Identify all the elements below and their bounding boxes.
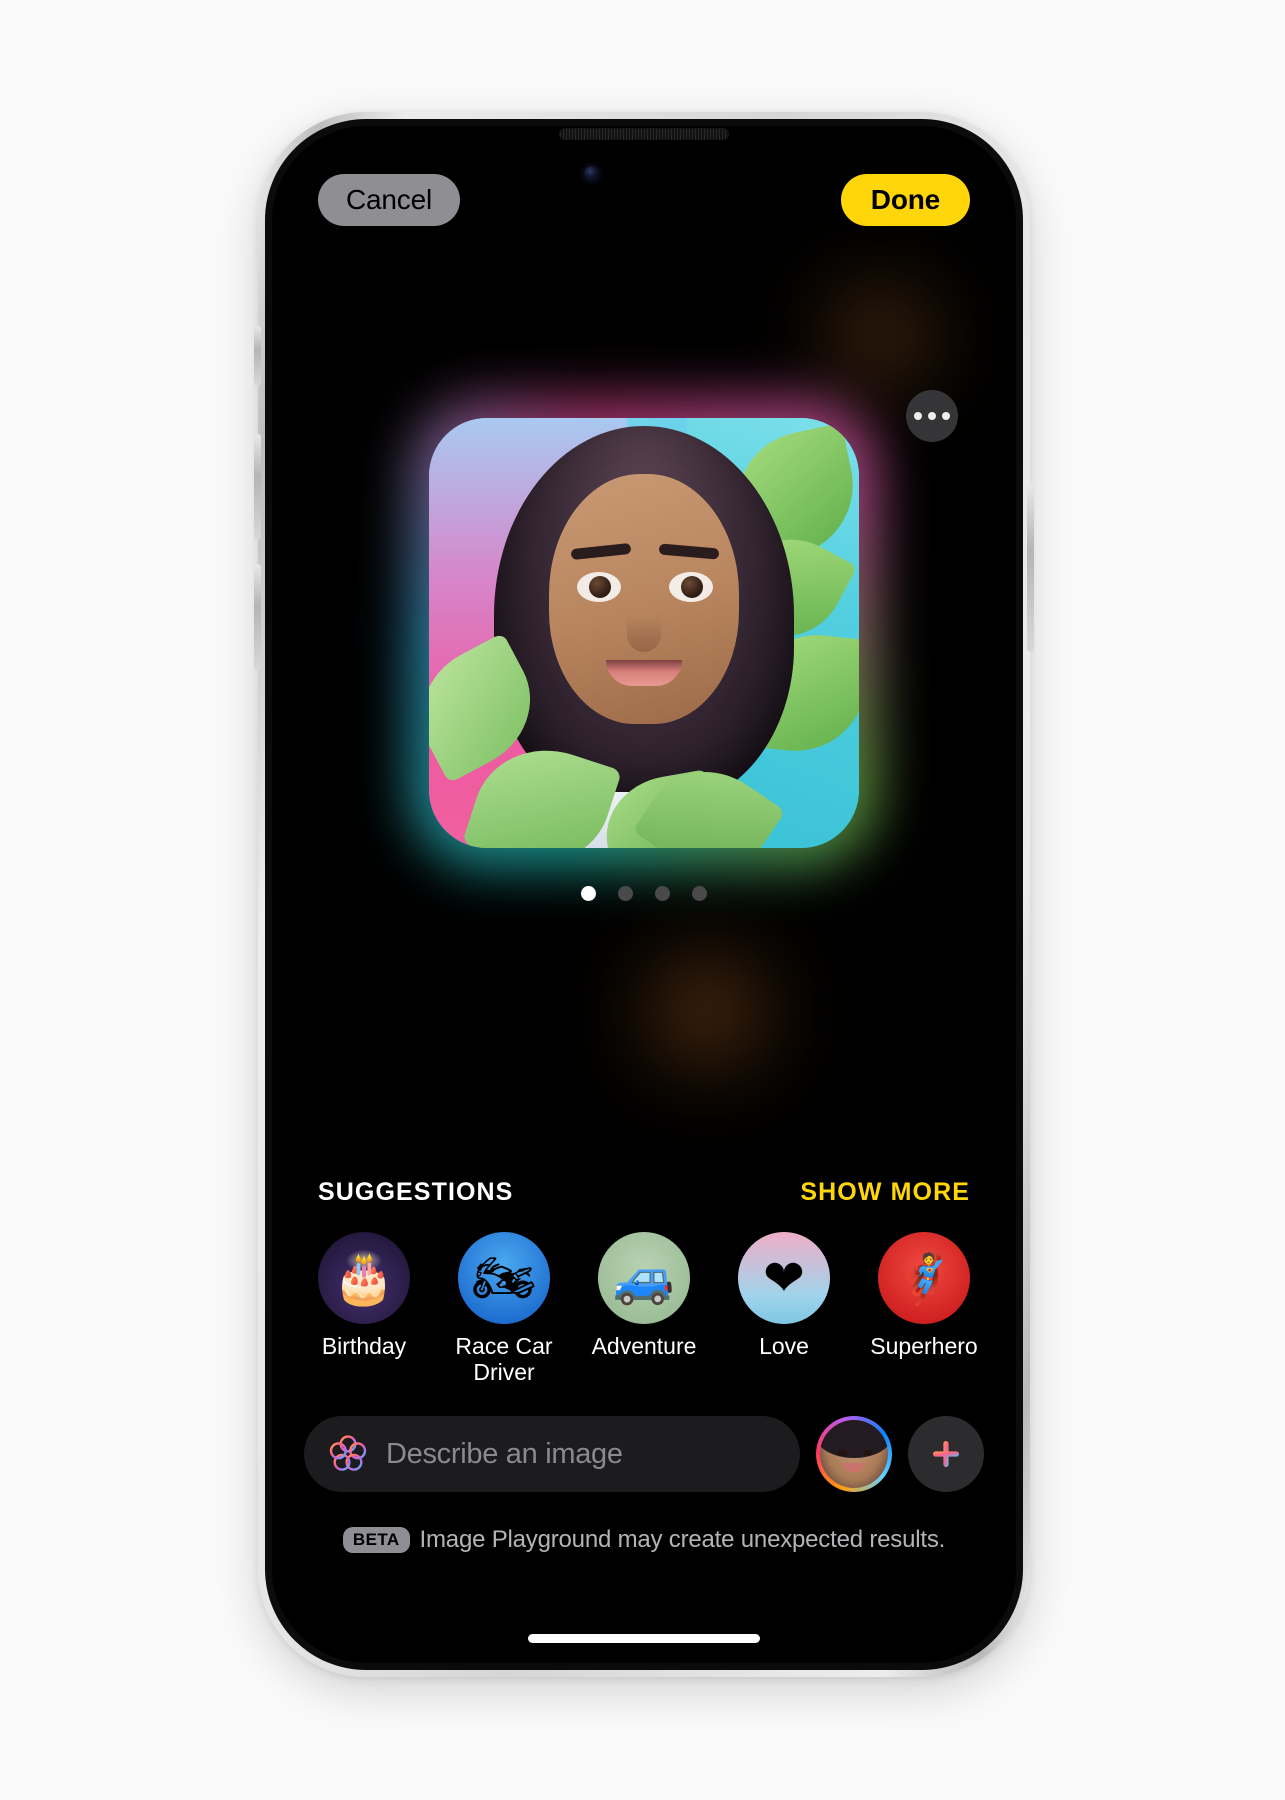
suggestion-race-car-driver[interactable]: 🏍 Race Car Driver: [446, 1232, 562, 1386]
portrait-face: [549, 474, 739, 724]
avatar-hair: [820, 1420, 888, 1459]
generated-image-preview[interactable]: [409, 398, 879, 868]
racing-helmet-icon: 🏍: [458, 1232, 550, 1324]
ambient-glow-bottom: [612, 946, 802, 1076]
pager-dot-2[interactable]: [618, 886, 633, 901]
suggestion-label: Race Car Driver: [455, 1333, 553, 1385]
suggestions-header: SUGGESTIONS SHOW MORE: [318, 1178, 970, 1207]
pager-dot-4[interactable]: [692, 886, 707, 901]
ellipsis-icon[interactable]: [906, 390, 958, 442]
ellipsis-dot: [914, 412, 922, 420]
beta-badge: BETA: [342, 1527, 410, 1553]
done-button[interactable]: Done: [840, 174, 970, 226]
person-avatar-icon[interactable]: [816, 1416, 892, 1492]
eye: [669, 572, 713, 602]
beta-disclaimer: BETA Image Playground may create unexpec…: [272, 1526, 1016, 1554]
avatar-mouth: [843, 1462, 865, 1472]
preview-pager[interactable]: [581, 886, 707, 901]
volume-up-button[interactable]: [254, 434, 261, 540]
off-road-truck-icon: 🚙: [598, 1232, 690, 1324]
image-playground-app: Cancel Done SUGGESTIONS SHOW MORE 🎂 Birt…: [272, 126, 1016, 1663]
ambient-glow-top: [806, 276, 956, 396]
disclaimer-text: Image Playground may create unexpected r…: [419, 1526, 946, 1553]
superhero-mask-icon: 🦸: [878, 1232, 970, 1324]
birthday-cake-icon: 🎂: [318, 1232, 410, 1324]
add-concept-button[interactable]: [908, 1416, 984, 1492]
pager-dot-1[interactable]: [581, 886, 596, 901]
ellipsis-dot: [928, 412, 936, 420]
avatar-eye: [862, 1449, 872, 1456]
mouth: [606, 660, 682, 686]
input-placeholder-text: Describe an image: [386, 1437, 623, 1470]
avatar: [820, 1420, 888, 1488]
pager-dot-3[interactable]: [655, 886, 670, 901]
power-button[interactable]: [1027, 484, 1034, 652]
suggestion-superhero[interactable]: 🦸 Superhero: [866, 1232, 982, 1386]
eyebrow: [570, 542, 632, 561]
suggestion-label: Love: [759, 1333, 809, 1359]
top-toolbar: Cancel Done: [272, 172, 1016, 228]
suggestion-birthday[interactable]: 🎂 Birthday: [306, 1232, 422, 1386]
heart-balloon-icon: ❤: [738, 1232, 830, 1324]
eye: [577, 572, 621, 602]
device-screen: Cancel Done SUGGESTIONS SHOW MORE 🎂 Birt…: [272, 126, 1016, 1663]
describe-image-input[interactable]: Describe an image: [304, 1416, 800, 1492]
suggestions-list: 🎂 Birthday 🏍 Race Car Driver 🚙 Adventure…: [306, 1232, 982, 1386]
preview-card[interactable]: [429, 418, 859, 848]
suggestion-label: Birthday: [321, 1333, 407, 1359]
home-indicator[interactable]: [528, 1634, 760, 1643]
suggestion-adventure[interactable]: 🚙 Adventure: [586, 1232, 702, 1386]
cancel-button[interactable]: Cancel: [318, 174, 460, 226]
plus-icon: [933, 1441, 959, 1467]
earpiece-speaker-grille: [559, 128, 729, 140]
avatar-eye: [837, 1449, 847, 1456]
volume-down-button[interactable]: [254, 564, 261, 670]
iphone-device-frame: Cancel Done SUGGESTIONS SHOW MORE 🎂 Birt…: [254, 112, 1034, 1677]
screenshot-stage: Cancel Done SUGGESTIONS SHOW MORE 🎂 Birt…: [0, 0, 1285, 1800]
suggestion-love[interactable]: ❤ Love: [726, 1232, 842, 1386]
suggestion-label: Adventure: [591, 1333, 697, 1359]
front-camera-icon: [584, 166, 599, 181]
ellipsis-dot: [942, 412, 950, 420]
suggestion-label: Superhero: [870, 1333, 978, 1359]
action-button[interactable]: [254, 326, 261, 386]
composer-bar: Describe an image: [304, 1416, 984, 1492]
eyebrow: [658, 543, 720, 560]
nose: [627, 616, 661, 652]
apple-intelligence-icon: [329, 1435, 367, 1471]
show-more-button[interactable]: SHOW MORE: [800, 1178, 970, 1207]
suggestions-title: SUGGESTIONS: [318, 1178, 514, 1206]
